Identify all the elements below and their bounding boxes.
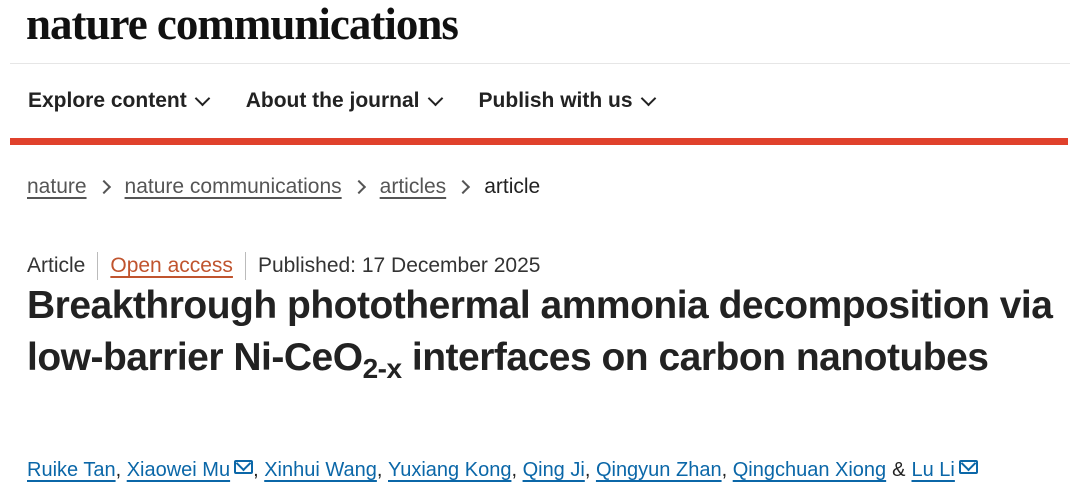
chevron-down-icon <box>640 90 656 106</box>
article-title: Breakthrough photothermal ammonia decomp… <box>27 280 1067 384</box>
chevron-right-icon <box>456 179 471 195</box>
journal-logo[interactable]: nature communications <box>26 0 459 50</box>
nav-about-journal-label: About the journal <box>245 89 420 112</box>
main-nav: Explore content About the journal Publis… <box>28 89 656 113</box>
open-access-link[interactable]: Open access <box>110 254 233 278</box>
nav-explore-content-label: Explore content <box>28 89 187 112</box>
meta-divider <box>244 252 246 280</box>
title-subscript: 2-x <box>362 353 402 384</box>
chevron-down-icon <box>427 90 443 106</box>
published-date: Published: 17 December 2025 <box>257 254 541 277</box>
nav-publish-with-us-label: Publish with us <box>478 89 633 112</box>
nav-publish-with-us[interactable]: Publish with us <box>478 89 656 113</box>
accent-bar <box>10 138 1068 145</box>
author-link[interactable]: Xiaowei Mu <box>127 459 230 482</box>
article-type: Article <box>27 254 86 277</box>
breadcrumb: nature nature communications articles ar… <box>27 175 540 199</box>
author-link[interactable]: Ruike Tan <box>27 459 116 482</box>
nav-explore-content[interactable]: Explore content <box>28 89 210 113</box>
author-link[interactable]: Yuxiang Kong <box>388 459 511 482</box>
article-meta: Article Open access Published: 17 Decemb… <box>27 252 540 280</box>
author-link[interactable]: Qing Ji <box>523 459 585 482</box>
breadcrumb-nature[interactable]: nature <box>27 175 87 199</box>
meta-divider <box>97 252 99 280</box>
breadcrumb-current: article <box>484 175 541 198</box>
chevron-down-icon <box>194 90 210 106</box>
author-link[interactable]: Qingyun Zhan <box>596 459 722 482</box>
author-list: Ruike Tan, Xiaowei Mu, Xinhui Wang, Yuxi… <box>27 459 978 482</box>
nav-about-journal[interactable]: About the journal <box>245 89 443 113</box>
title-part-2: interfaces on carbon nanotubes <box>401 336 989 379</box>
author-link[interactable]: Xinhui Wang <box>264 459 377 482</box>
mail-icon[interactable] <box>234 459 254 474</box>
breadcrumb-nature-communications[interactable]: nature communications <box>125 175 342 199</box>
breadcrumb-articles[interactable]: articles <box>380 175 447 199</box>
header-divider <box>10 63 1070 64</box>
mail-icon[interactable] <box>958 459 978 474</box>
chevron-right-icon <box>96 179 111 195</box>
author-link[interactable]: Lu Li <box>912 459 955 482</box>
author-link[interactable]: Qingchuan Xiong <box>733 459 886 482</box>
authors-ampersand: & <box>892 459 906 481</box>
chevron-right-icon <box>351 179 366 195</box>
